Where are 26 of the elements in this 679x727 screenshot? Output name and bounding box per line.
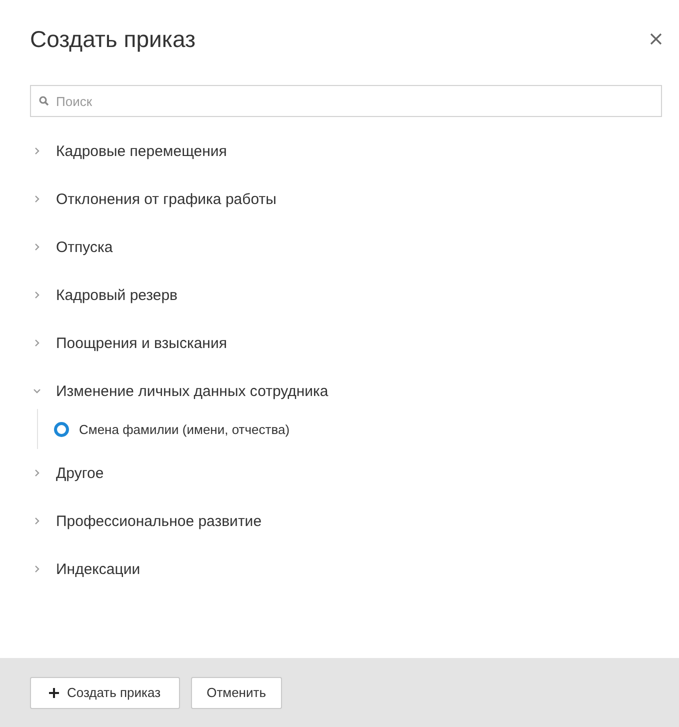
option-label[interactable]: Смена фамилии (имени, отчества) — [79, 422, 290, 436]
chevron-right-icon — [33, 243, 41, 251]
chevron-right-icon — [33, 147, 41, 155]
chevron-right-icon — [33, 517, 41, 525]
tree-item[interactable]: Поощрения и взыскания — [0, 319, 679, 367]
tree-item[interactable]: Профессиональное развитие — [0, 497, 679, 545]
chevron-right-icon — [33, 469, 41, 477]
dialog-title: Создать приказ — [30, 26, 196, 52]
cancel-button[interactable]: Отменить — [190, 676, 282, 708]
tree-item[interactable]: Индексации — [0, 545, 679, 593]
tree-item[interactable]: Изменение личных данных сотрудника — [0, 367, 679, 415]
create-button[interactable]: Создать приказ — [30, 676, 180, 708]
tree-item[interactable]: Другое — [0, 449, 679, 497]
tree-item[interactable]: Отпуска — [0, 223, 679, 271]
chevron-right-icon — [33, 291, 41, 299]
radio-button[interactable] — [54, 422, 69, 436]
chevron-right-icon — [33, 195, 41, 203]
plus-icon — [49, 688, 59, 698]
tree-item[interactable]: Кадровый резерв — [0, 271, 679, 319]
chevron-right-icon — [33, 339, 41, 347]
tree-item[interactable]: Кадровые перемещения — [0, 127, 679, 175]
tree-item[interactable]: Отклонения от графика работы — [0, 175, 679, 223]
close-icon[interactable] — [649, 32, 663, 46]
chevron-down-icon — [33, 387, 41, 395]
chevron-right-icon — [33, 565, 41, 573]
search-field[interactable]: Поиск — [30, 85, 662, 117]
